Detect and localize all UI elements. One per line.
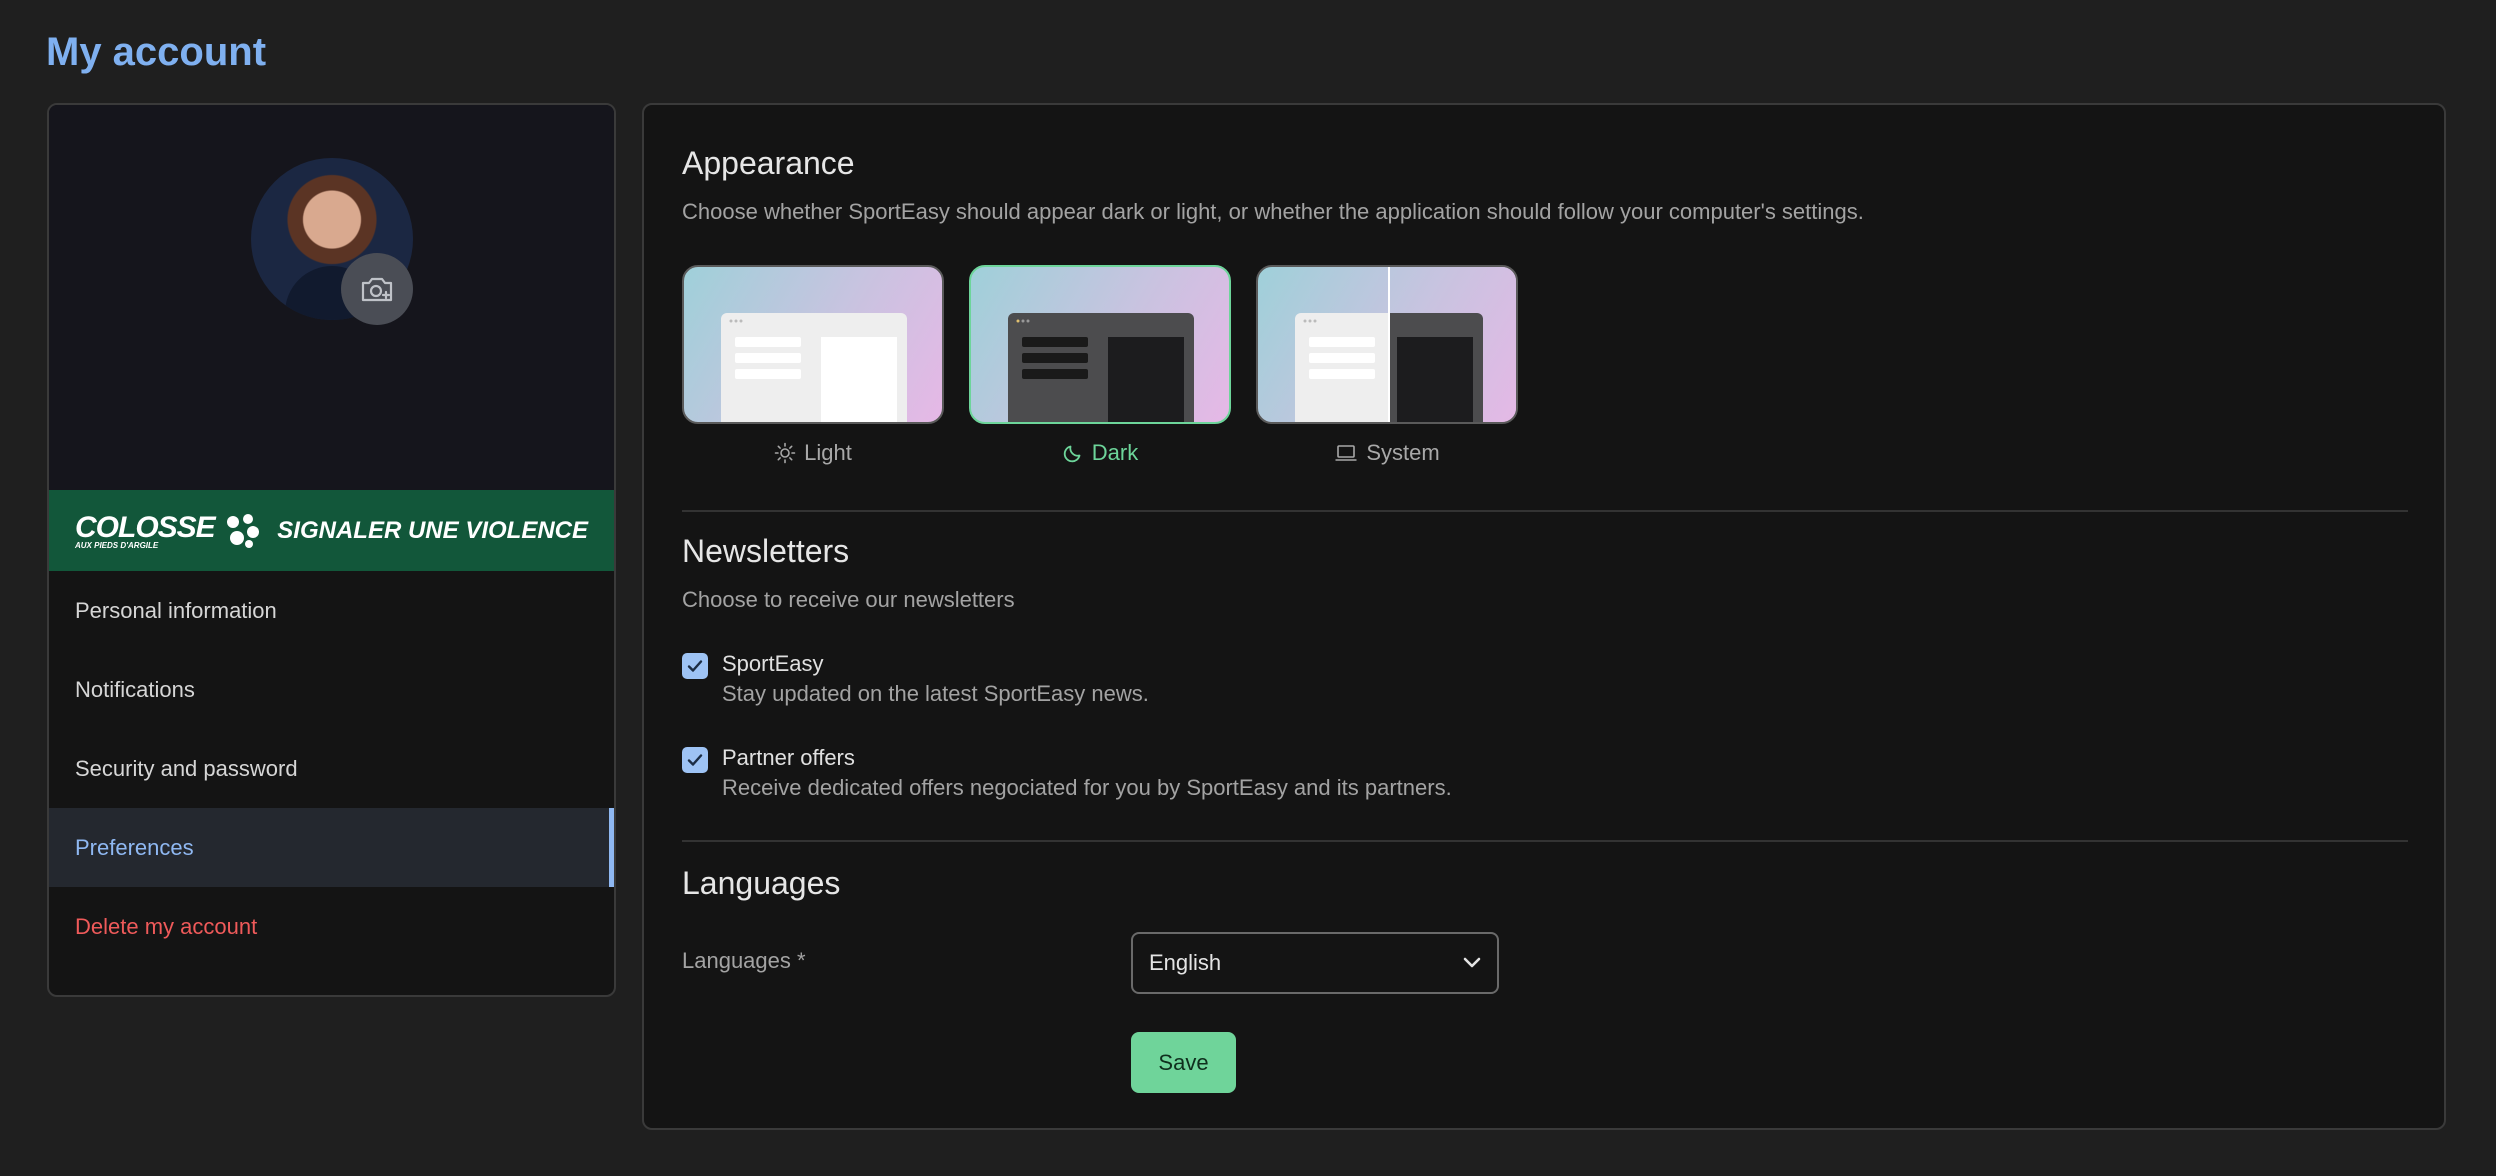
page-title: My account xyxy=(46,30,267,74)
theme-option-light[interactable]: Light xyxy=(682,265,944,466)
light-theme-preview xyxy=(682,265,944,424)
check-icon xyxy=(687,754,703,766)
sidebar-item-security[interactable]: Security and password xyxy=(49,729,614,808)
profile-area xyxy=(49,105,614,490)
account-sidebar-card: COLOSSE AUX PIEDS D'ARGILE SIGNALER UNE … xyxy=(47,103,616,997)
laptop-icon xyxy=(1335,445,1357,461)
chevron-down-icon xyxy=(1463,957,1481,968)
divider xyxy=(682,510,2408,512)
sidebar-item-delete-account[interactable]: Delete my account xyxy=(49,887,614,966)
newsletter-partner-offers: Partner offers Receive dedicated offers … xyxy=(682,745,1452,801)
preferences-card: Appearance Choose whether SportEasy shou… xyxy=(642,103,2446,1130)
colosse-logo: COLOSSE AUX PIEDS D'ARGILE xyxy=(75,511,261,550)
theme-option-dark[interactable]: Dark xyxy=(969,265,1231,466)
dark-label: Dark xyxy=(1091,440,1139,465)
check-icon xyxy=(687,660,703,672)
languages-field-label: Languages * xyxy=(682,948,806,973)
violence-report-banner[interactable]: COLOSSE AUX PIEDS D'ARGILE SIGNALER UNE … xyxy=(49,490,614,571)
theme-label-dark: Dark xyxy=(969,440,1231,466)
appearance-title: Appearance xyxy=(682,145,855,181)
sporteasy-checkbox[interactable] xyxy=(682,653,708,679)
system-dark-half xyxy=(1388,267,1516,422)
divider xyxy=(682,840,2408,842)
light-label: Light xyxy=(804,440,852,465)
sporteasy-title: SportEasy xyxy=(722,651,824,676)
logo-text: COLOSSE xyxy=(75,511,216,544)
save-button[interactable]: Save xyxy=(1131,1032,1236,1093)
language-select[interactable]: English xyxy=(1131,932,1499,994)
newsletters-title: Newsletters xyxy=(682,533,850,569)
sidebar-item-preferences[interactable]: Preferences xyxy=(49,808,614,887)
theme-option-system[interactable]: System xyxy=(1256,265,1518,466)
language-select-value: English xyxy=(1149,950,1222,975)
appearance-description: Choose whether SportEasy should appear d… xyxy=(682,199,1864,224)
sporteasy-description: Stay updated on the latest SportEasy new… xyxy=(722,681,1149,706)
camera-plus-icon xyxy=(361,277,393,302)
change-photo-button[interactable] xyxy=(341,253,413,325)
sidebar-item-personal-information[interactable]: Personal information xyxy=(49,571,614,650)
partner-offers-checkbox[interactable] xyxy=(682,747,708,773)
sidebar-item-notifications[interactable]: Notifications xyxy=(49,650,614,729)
preview-window xyxy=(721,313,907,422)
partner-offers-description: Receive dedicated offers negociated for … xyxy=(722,775,1452,800)
moon-icon xyxy=(1063,445,1081,463)
theme-label-light: Light xyxy=(682,440,944,466)
sidebar-nav: Personal information Notifications Secur… xyxy=(49,571,614,966)
footprints-icon xyxy=(226,513,259,548)
preview-window xyxy=(1008,313,1194,422)
banner-cta: SIGNALER UNE VIOLENCE xyxy=(277,516,588,544)
languages-title: Languages xyxy=(682,865,841,901)
system-label: System xyxy=(1366,440,1440,465)
sun-icon xyxy=(774,442,796,464)
theme-label-system: System xyxy=(1256,440,1518,466)
dark-theme-preview xyxy=(969,265,1231,424)
partner-offers-title: Partner offers xyxy=(722,745,855,770)
newsletter-sporteasy: SportEasy Stay updated on the latest Spo… xyxy=(682,651,1149,707)
newsletters-description: Choose to receive our newsletters xyxy=(682,587,1015,612)
system-theme-preview xyxy=(1256,265,1518,424)
